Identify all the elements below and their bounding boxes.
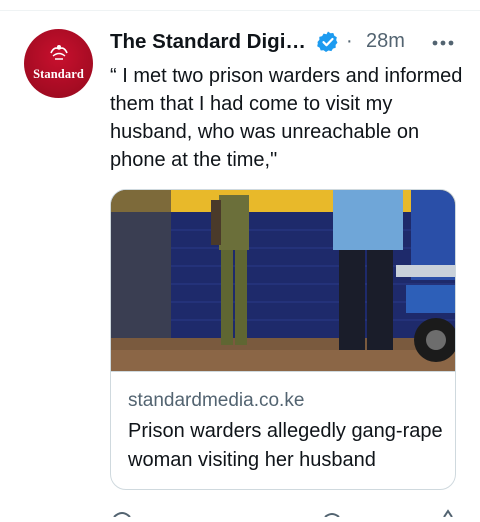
crest-icon <box>50 45 68 60</box>
verified-badge-icon <box>317 31 338 52</box>
link-card[interactable]: standardmedia.co.ke Prison warders alleg… <box>110 189 456 490</box>
card-divider <box>111 371 455 372</box>
top-divider <box>0 10 480 11</box>
card-title: Prison warders allegedly gang-rape woman… <box>128 420 443 471</box>
more-horizontal-icon[interactable] <box>428 28 458 58</box>
like-icon <box>324 513 340 518</box>
tweet-actions-bar <box>110 504 470 518</box>
avatar[interactable]: Standard <box>24 29 93 98</box>
timestamp[interactable]: 28m <box>366 30 405 53</box>
dot-separator: · <box>346 30 353 52</box>
author-name[interactable]: The Standard Digital <box>110 30 307 54</box>
tweet-text: “ I met two prison warders and informed … <box>110 65 463 171</box>
reply-icon <box>113 512 131 518</box>
card-image <box>111 190 455 371</box>
tweet-header: The Standard Digital · 28m <box>110 28 470 56</box>
avatar-brand-text: Standard <box>33 67 84 81</box>
card-domain: standardmedia.co.ke <box>128 390 305 411</box>
